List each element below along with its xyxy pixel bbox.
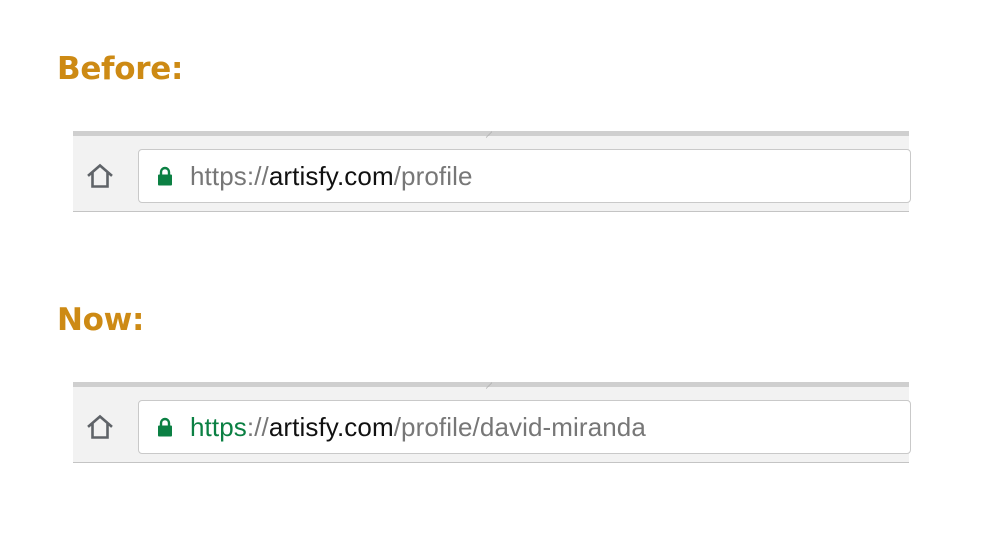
browser-toolbar-before: https://artisfy.com/profile xyxy=(73,131,911,212)
url-text: https://artisfy.com/profile xyxy=(190,163,473,189)
home-icon xyxy=(87,414,113,439)
browser-toolbar-now: https://artisfy.com/profile/david-mirand… xyxy=(73,382,911,463)
address-bar[interactable]: https://artisfy.com/profile xyxy=(138,149,911,203)
tab-edge xyxy=(486,131,492,138)
before-heading: Before: xyxy=(57,51,184,87)
url-text: https://artisfy.com/profile/david-mirand… xyxy=(190,414,646,440)
lock-icon xyxy=(157,417,173,437)
lock-icon xyxy=(157,166,173,186)
url-scheme: https xyxy=(190,412,247,442)
url-path: /profile/david-miranda xyxy=(393,412,646,442)
home-icon xyxy=(87,163,113,188)
address-bar[interactable]: https://artisfy.com/profile/david-mirand… xyxy=(138,400,911,454)
url-scheme: https xyxy=(190,161,247,191)
home-button[interactable] xyxy=(85,413,115,441)
url-separator: :// xyxy=(246,161,269,191)
url-separator: :// xyxy=(246,412,269,442)
url-path: /profile xyxy=(393,161,473,191)
url-host: artisfy.com xyxy=(268,412,394,442)
tab-edge xyxy=(486,382,492,389)
now-heading: Now: xyxy=(57,302,145,338)
url-host: artisfy.com xyxy=(268,161,394,191)
home-button[interactable] xyxy=(85,162,115,190)
